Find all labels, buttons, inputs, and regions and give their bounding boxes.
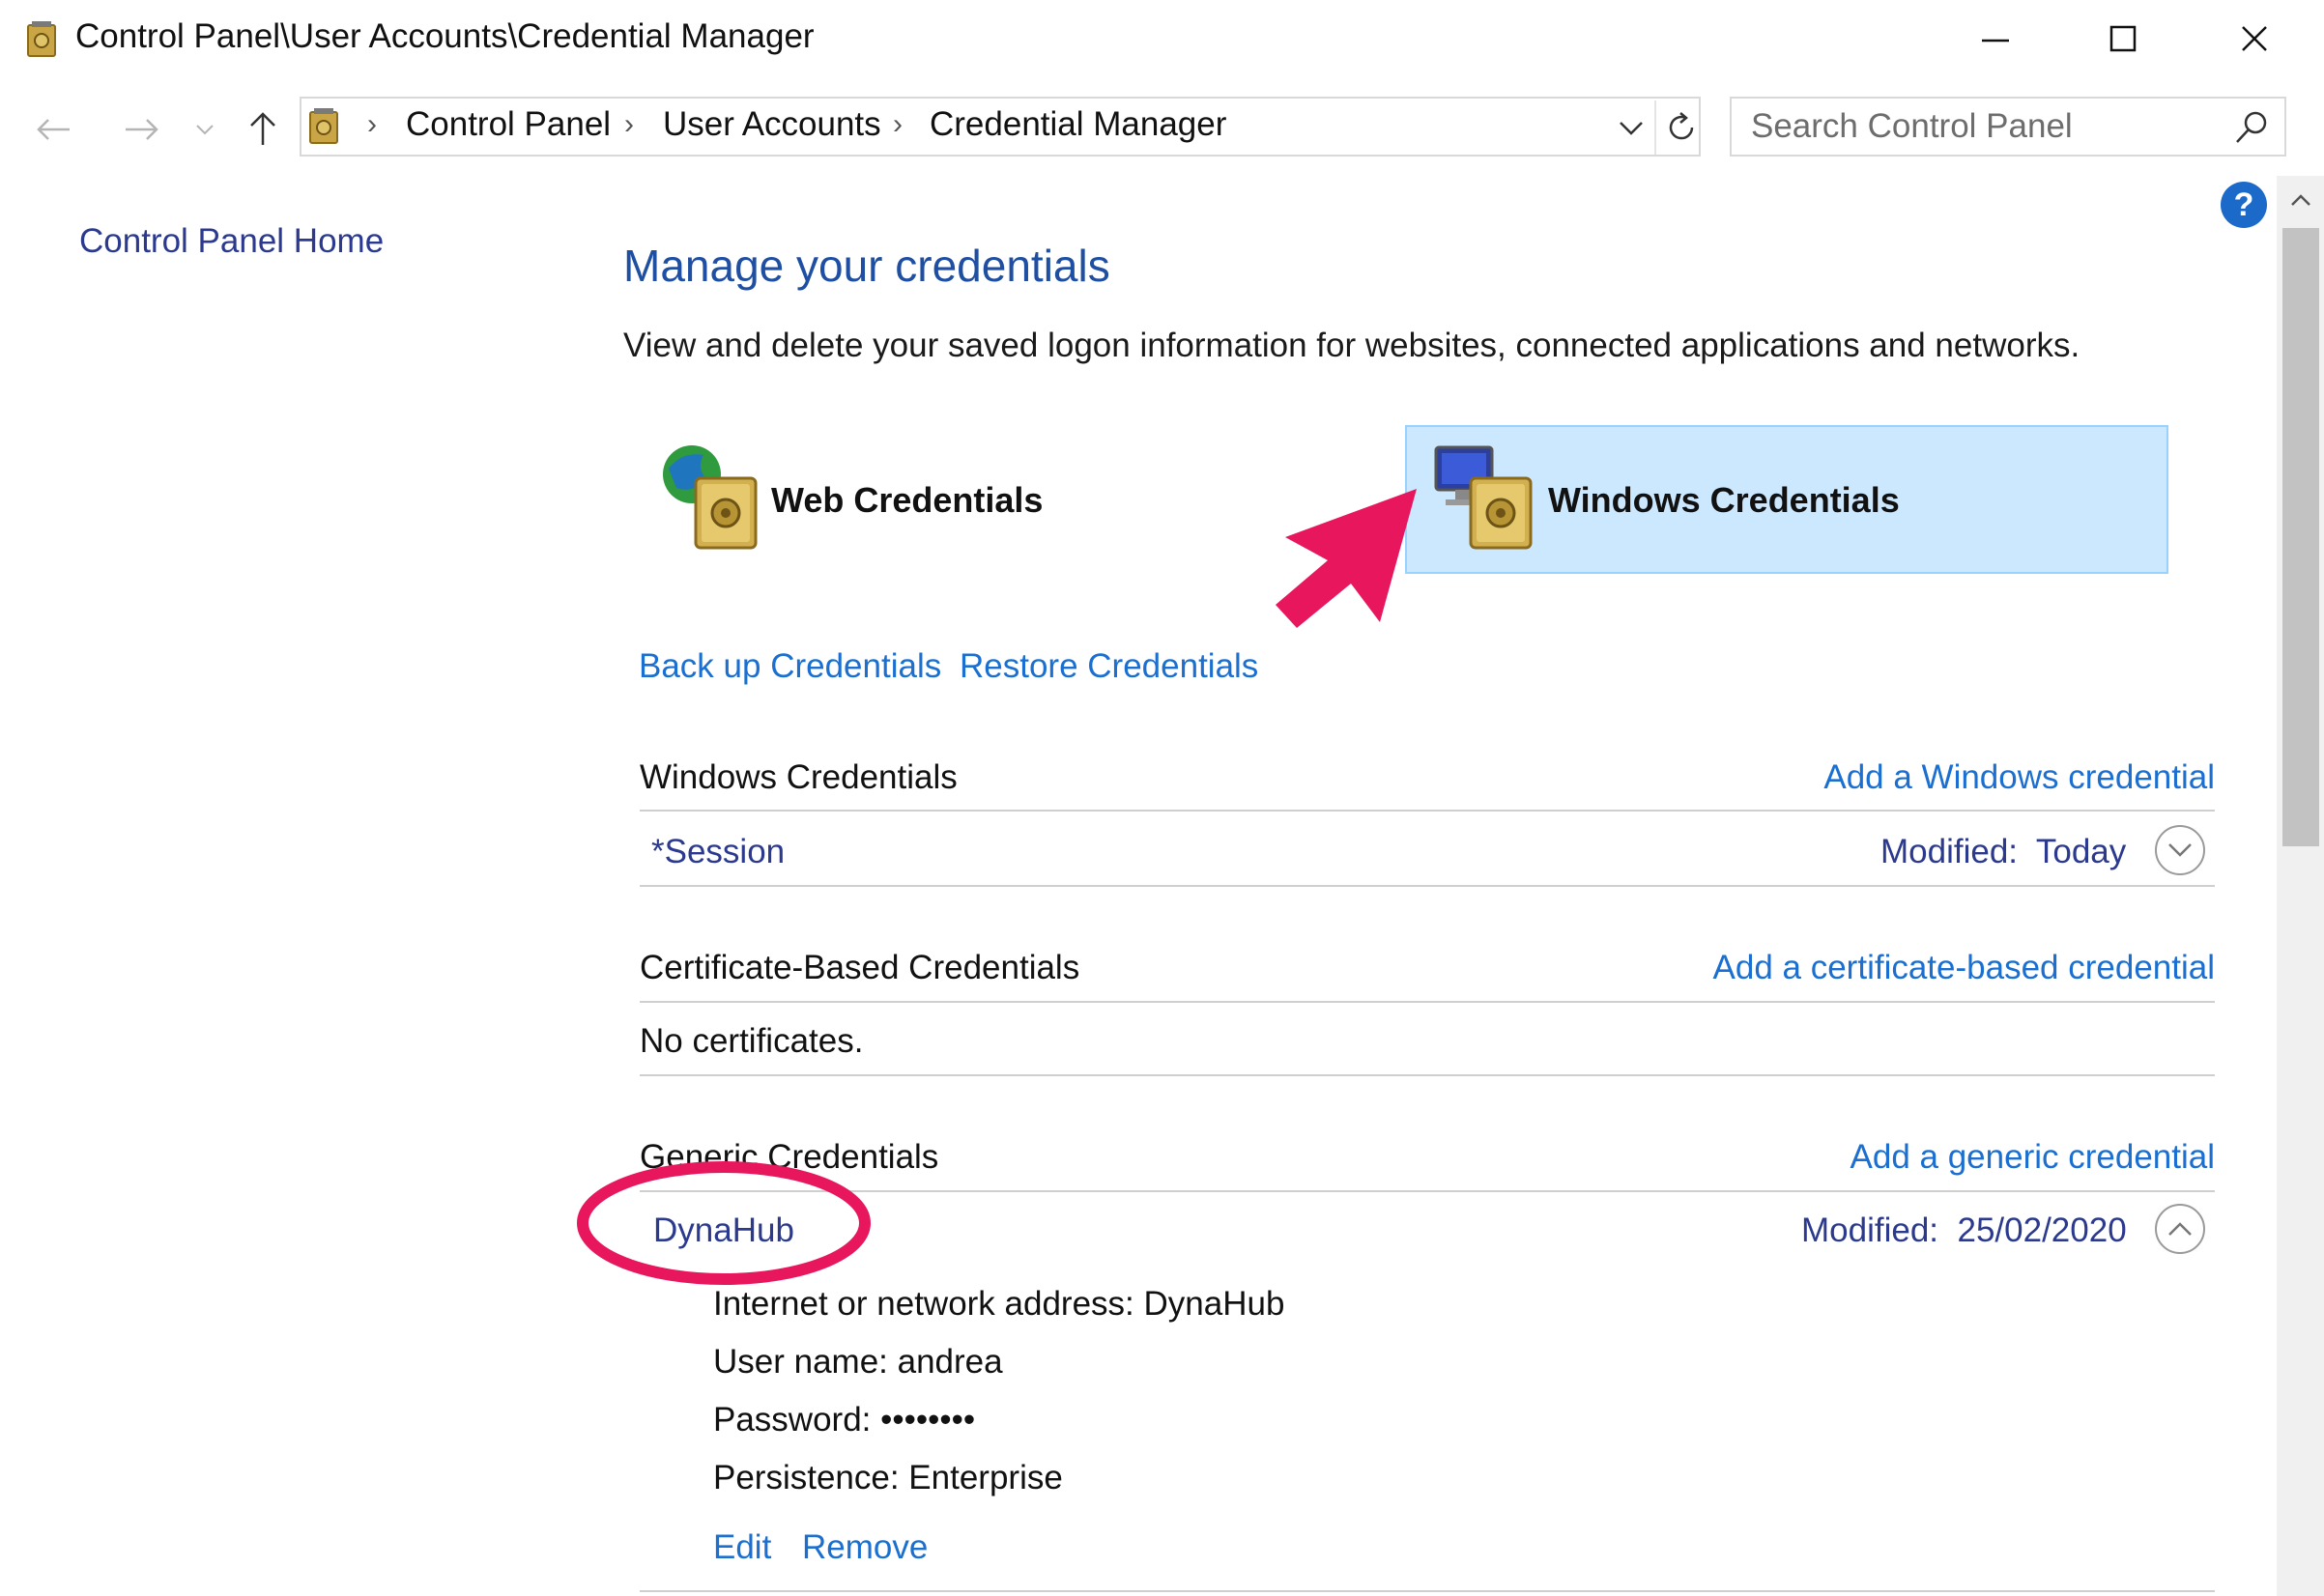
divider <box>640 885 2215 887</box>
credential-address: Internet or network address: DynaHub <box>713 1285 1285 1323</box>
close-icon <box>2242 26 2267 51</box>
backup-credentials-link[interactable]: Back up Credentials <box>639 647 941 686</box>
divider <box>640 1074 2215 1076</box>
arrow-left-icon <box>37 119 70 140</box>
session-modified: Modified: Today <box>1880 833 2126 871</box>
modified-label: Modified: <box>1801 1211 1939 1249</box>
circle-annotation-icon <box>577 1161 871 1285</box>
page-title: Manage your credentials <box>623 241 1110 291</box>
arrow-right-icon <box>126 119 158 140</box>
edit-credential-link[interactable]: Edit <box>713 1528 771 1567</box>
chevron-down-icon <box>196 125 214 135</box>
arrow-up-icon <box>250 112 275 145</box>
breadcrumb-chevron-icon[interactable]: › <box>367 108 377 141</box>
control-panel-home-link[interactable]: Control Panel Home <box>79 222 384 261</box>
page-description: View and delete your saved logon informa… <box>623 327 2080 364</box>
add-generic-credential-link[interactable]: Add a generic credential <box>1851 1138 2215 1177</box>
chevron-up-icon <box>2168 1222 2192 1236</box>
address-history-dropdown[interactable] <box>1608 104 1654 153</box>
scroll-up-button[interactable] <box>2277 176 2324 224</box>
search-placeholder[interactable]: Search Control Panel <box>1751 107 2073 146</box>
search-icon[interactable] <box>2232 108 2271 147</box>
chevron-up-icon <box>2290 194 2310 206</box>
session-expand-button[interactable] <box>2155 825 2205 875</box>
windows-credentials-label[interactable]: Windows Credentials <box>1548 480 1900 521</box>
divider <box>640 1190 2215 1192</box>
remove-credential-link[interactable]: Remove <box>802 1528 928 1567</box>
modified-value: Today <box>2035 833 2127 870</box>
web-credentials-label[interactable]: Web Credentials <box>771 480 1043 521</box>
dynahub-collapse-button[interactable] <box>2155 1204 2205 1254</box>
minimize-button[interactable] <box>1929 0 2062 77</box>
help-icon[interactable]: ? <box>2221 182 2267 228</box>
minimize-icon <box>1982 39 2009 43</box>
modified-label: Modified: <box>1880 833 2019 870</box>
modified-value: 25/02/2020 <box>1957 1211 2127 1249</box>
credential-password: Password: •••••••• <box>713 1401 976 1439</box>
windows-credentials-vault-icon <box>1434 445 1533 550</box>
maximize-button[interactable] <box>2056 0 2190 77</box>
back-button[interactable] <box>25 104 83 155</box>
web-credentials-vault-icon <box>663 445 758 550</box>
scrollbar-thumb[interactable] <box>2282 228 2319 846</box>
forward-button[interactable] <box>112 104 170 155</box>
arrow-annotation-icon <box>1276 489 1417 628</box>
breadcrumb-chevron-icon[interactable]: › <box>893 108 903 141</box>
dynahub-modified: Modified: 25/02/2020 <box>1801 1211 2127 1250</box>
chevron-down-icon <box>1620 122 1643 135</box>
add-windows-credential-link[interactable]: Add a Windows credential <box>1823 758 2215 797</box>
credential-item-session[interactable]: *Session <box>651 833 785 871</box>
breadcrumb-user-accounts[interactable]: User Accounts <box>663 105 881 144</box>
window-title: Control Panel\User Accounts\Credential M… <box>75 17 815 55</box>
credential-manager-icon <box>27 21 56 57</box>
breadcrumb-chevron-icon[interactable]: › <box>624 108 634 141</box>
breadcrumb-credential-manager[interactable]: Credential Manager <box>930 105 1226 144</box>
maximize-icon <box>2109 25 2137 52</box>
chevron-down-icon <box>2168 843 2192 857</box>
up-button[interactable] <box>234 104 292 155</box>
no-certificates-text: No certificates. <box>640 1022 864 1060</box>
divider <box>640 1590 2215 1592</box>
add-certificate-credential-link[interactable]: Add a certificate-based credential <box>1713 949 2215 987</box>
credential-manager-icon <box>309 108 338 144</box>
refresh-button[interactable] <box>1654 100 1707 155</box>
divider <box>640 810 2215 812</box>
breadcrumb-control-panel[interactable]: Control Panel <box>406 105 611 144</box>
windows-credentials-heading: Windows Credentials <box>640 758 958 796</box>
certificate-credentials-heading: Certificate-Based Credentials <box>640 949 1080 986</box>
credential-username: User name: andrea <box>713 1343 1003 1381</box>
credential-persistence: Persistence: Enterprise <box>713 1459 1063 1496</box>
recent-locations-button[interactable] <box>184 104 226 155</box>
refresh-icon <box>1669 112 1694 140</box>
divider <box>640 1001 2215 1003</box>
restore-credentials-link[interactable]: Restore Credentials <box>960 647 1258 686</box>
close-button[interactable] <box>2188 0 2321 77</box>
